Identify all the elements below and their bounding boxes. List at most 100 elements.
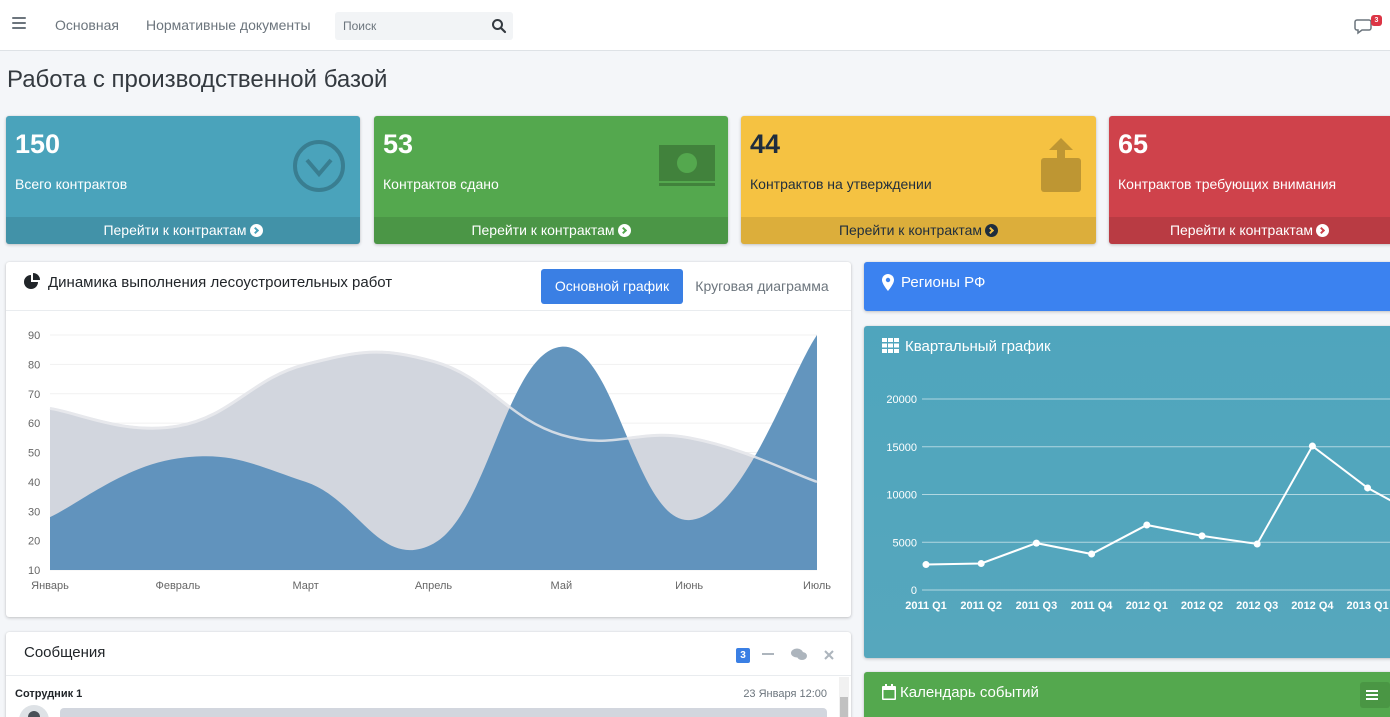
y-tick-label: 10: [28, 565, 40, 577]
messages-count-badge: 3: [736, 648, 750, 663]
messages-scrollbar[interactable]: [839, 677, 849, 717]
calendar-card: Календарь событий: [864, 672, 1390, 717]
x-tick-label: Апрель: [415, 580, 453, 592]
tab-pie-chart[interactable]: Круговая диаграмма: [690, 269, 834, 304]
x-tick-label: 2011 Q2: [960, 600, 1002, 612]
arrow-circle-right-icon: [249, 224, 263, 237]
x-tick-label: 2011 Q3: [1016, 600, 1058, 612]
top-navbar: Основная Нормативные документы 3: [0, 0, 1390, 51]
messages-card: Сообщения 3 Сотрудник 1 23 Января 12:00: [6, 632, 851, 717]
stat-link-approval[interactable]: Перейти к контрактам: [741, 217, 1096, 244]
data-point: [1032, 539, 1040, 547]
x-tick-label: 2012 Q4: [1291, 600, 1334, 612]
stat-box-total: 150 Всего контрактов Перейти к контракта…: [6, 116, 360, 244]
series-line: [925, 444, 1390, 566]
data-point: [922, 561, 930, 569]
page-title: Работа с производственной базой: [7, 66, 388, 93]
close-icon[interactable]: [824, 650, 834, 660]
comments-icon[interactable]: [791, 648, 807, 661]
y-tick-label: 5000: [893, 537, 917, 549]
messages-card-title: Сообщения: [24, 644, 106, 661]
arrow-circle-right-icon: [617, 224, 631, 237]
calendar-menu-button[interactable]: [1360, 682, 1390, 708]
x-tick-label: Май: [551, 580, 573, 592]
x-tick-label: Январь: [31, 580, 69, 592]
arrow-circle-right-icon: [985, 224, 999, 237]
message-time: 23 Января 12:00: [743, 688, 827, 700]
money-bill-icon: [659, 145, 715, 186]
y-tick-label: 80: [28, 359, 40, 371]
y-tick-label: 60: [28, 418, 40, 430]
avatar: [19, 705, 49, 717]
stat-link-attention[interactable]: Перейти к контрактам: [1109, 217, 1390, 244]
calendar-card-title: Календарь событий: [900, 684, 1039, 701]
x-tick-label: 2012 Q1: [1126, 600, 1168, 612]
quarterly-line-chart: 0 5000 10000 15000 20000 2011 Q1 2011 Q2 2011 Q…: [886, 394, 1390, 612]
stat-value: 44: [750, 129, 781, 159]
data-point: [1308, 442, 1316, 450]
y-tick-label: 10000: [886, 490, 917, 502]
x-tick-label: 2011 Q4: [1071, 600, 1113, 612]
stat-label: Всего контрактов: [15, 176, 128, 192]
nav-link-main[interactable]: Основная: [55, 17, 119, 33]
pie-chart-icon: [24, 273, 40, 289]
data-point: [1143, 521, 1151, 529]
x-tick-label: 2012 Q2: [1181, 600, 1223, 612]
x-tick-label: 2013 Q1: [1346, 600, 1388, 612]
y-tick-label: 50: [28, 448, 40, 460]
y-tick-label: 70: [28, 389, 40, 401]
x-tick-label: Февраль: [155, 580, 200, 592]
x-tick-label: Июль: [803, 580, 831, 592]
dynamics-card: Динамика выполнения лесоустроительных ра…: [6, 262, 851, 617]
stat-value: 65: [1118, 129, 1149, 159]
messages-card-header: Сообщения 3: [6, 632, 851, 676]
upload-icon: [1041, 138, 1081, 192]
y-tick-label: 0: [911, 585, 917, 597]
y-tick-label: 30: [28, 506, 40, 518]
dynamics-card-header: Динамика выполнения лесоустроительных ра…: [6, 262, 851, 311]
x-tick-label: Июнь: [675, 580, 703, 592]
x-tick-label: 2012 Q3: [1236, 600, 1278, 612]
y-tick-label: 40: [28, 477, 40, 489]
tab-main-chart[interactable]: Основной график: [541, 269, 683, 304]
data-point: [1198, 532, 1206, 540]
y-tick-label: 15000: [886, 442, 917, 454]
y-tick-label: 20000: [886, 394, 917, 406]
arrow-circle-right-icon: [1316, 224, 1330, 237]
stat-box-attention: 65 Контрактов требующих внимания Перейти…: [1109, 116, 1390, 244]
calendar-icon: [882, 684, 896, 700]
stat-box-submitted: 53 Контрактов сдано Перейти к контрактам: [374, 116, 728, 244]
stat-box-approval: 44 Контрактов на утверждении Перейти к к…: [741, 116, 1096, 244]
nav-link-documents[interactable]: Нормативные документы: [146, 17, 311, 33]
y-tick-label: 90: [28, 330, 40, 342]
message-author: Сотрудник 1: [15, 688, 83, 700]
stat-label: Контрактов сдано: [383, 176, 499, 192]
x-tick-label: 2011 Q1: [905, 600, 947, 612]
message-bubble: [60, 708, 827, 717]
stat-label: Контрактов на утверждении: [750, 176, 932, 192]
messages-badge: 3: [1371, 15, 1382, 26]
stat-link-total[interactable]: Перейти к контрактам: [6, 217, 360, 244]
x-tick-label: Март: [293, 580, 319, 592]
check-circle-icon: [293, 140, 345, 192]
stat-label: Контрактов требующих внимания: [1118, 176, 1337, 192]
search-icon[interactable]: [491, 18, 507, 34]
data-point: [977, 559, 985, 567]
menu-icon[interactable]: [12, 17, 26, 31]
dynamics-card-title: Динамика выполнения лесоустроительных ра…: [48, 274, 393, 291]
stat-link-submitted[interactable]: Перейти к контрактам: [374, 217, 728, 244]
data-point: [1253, 540, 1261, 548]
regions-card: Регионы РФ: [864, 262, 1390, 311]
regions-card-title: Регионы РФ: [901, 274, 986, 291]
stat-value: 53: [383, 129, 414, 159]
y-tick-label: 20: [28, 536, 40, 548]
data-point: [1088, 550, 1096, 558]
scrollbar-thumb[interactable]: [840, 697, 848, 717]
dynamics-area-chart: 10 20 30 40 50 60 70 80 90 Январь Февраль Март Апрел…: [28, 330, 831, 592]
map-marker-icon: [882, 274, 894, 291]
search-input[interactable]: [335, 12, 485, 40]
minus-icon[interactable]: [762, 653, 774, 656]
data-point: [1364, 484, 1372, 492]
quarterly-card: Квартальный график 0 5000 10000 15000 20000 2…: [864, 326, 1390, 658]
search-form: [335, 12, 513, 40]
